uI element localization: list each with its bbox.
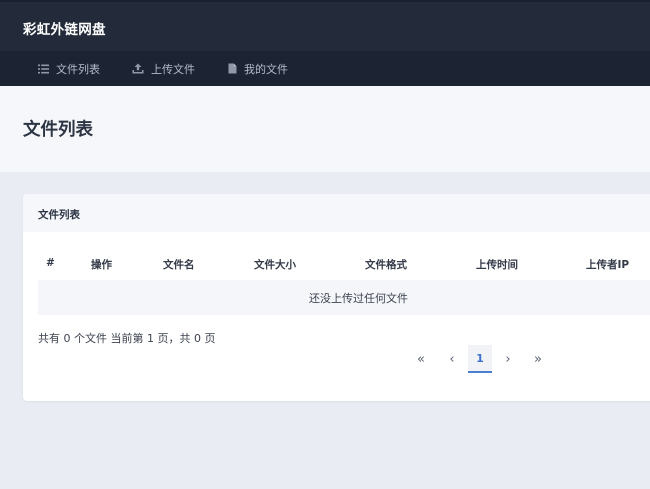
empty-state-text: 还没上传过任何文件 — [309, 292, 408, 305]
nav-item-label: 文件列表 — [56, 62, 100, 76]
chevron-left-icon: ‹ — [449, 351, 455, 367]
column-header-filetype: 文件格式 — [365, 259, 407, 271]
column-header-uploader-ip: 上传者IP — [586, 259, 630, 271]
column-header-actions: 操作 — [91, 259, 112, 271]
double-chevron-right-icon: » — [534, 351, 542, 367]
column-header-filename: 文件名 — [163, 259, 195, 271]
pagination-next-button[interactable]: › — [496, 345, 520, 373]
file-icon — [228, 63, 237, 74]
file-count-summary: 共有 0 个文件 当前第 1 页，共 0 页 — [38, 332, 216, 345]
column-header-filesize: 文件大小 — [254, 259, 296, 271]
nav-bar: 文件列表 上传文件 我的文件 — [0, 51, 650, 86]
file-list-card: 文件列表 # 操作 文件名 文件大小 文件格式 上传时间 上传者IP 还没上传过… — [23, 194, 650, 401]
upload-icon — [132, 63, 144, 74]
card-title: 文件列表 — [38, 209, 80, 221]
column-header-index: # — [46, 257, 55, 269]
pagination-first-button[interactable]: « — [409, 345, 433, 373]
nav-item-label: 我的文件 — [244, 62, 288, 76]
double-chevron-left-icon: « — [417, 351, 425, 367]
pagination-last-button[interactable]: » — [526, 345, 550, 373]
nav-item-file-list[interactable]: 文件列表 — [38, 51, 100, 86]
top-bar: 彩虹外链网盘 — [0, 0, 650, 51]
nav-item-label: 上传文件 — [151, 62, 195, 76]
list-icon — [38, 64, 49, 73]
nav-item-my-files[interactable]: 我的文件 — [228, 51, 288, 86]
app-brand[interactable]: 彩虹外链网盘 — [23, 18, 106, 38]
card-header: 文件列表 — [23, 194, 650, 232]
nav-item-upload[interactable]: 上传文件 — [132, 51, 195, 86]
pagination-page-button[interactable]: 1 — [468, 345, 492, 373]
column-header-upload-time: 上传时间 — [476, 259, 518, 271]
pagination-prev-button[interactable]: ‹ — [440, 345, 464, 373]
page-title: 文件列表 — [23, 120, 93, 140]
page-header: 文件列表 — [0, 86, 650, 172]
table-empty-row: 还没上传过任何文件 — [38, 280, 650, 315]
chevron-right-icon: › — [505, 351, 511, 367]
